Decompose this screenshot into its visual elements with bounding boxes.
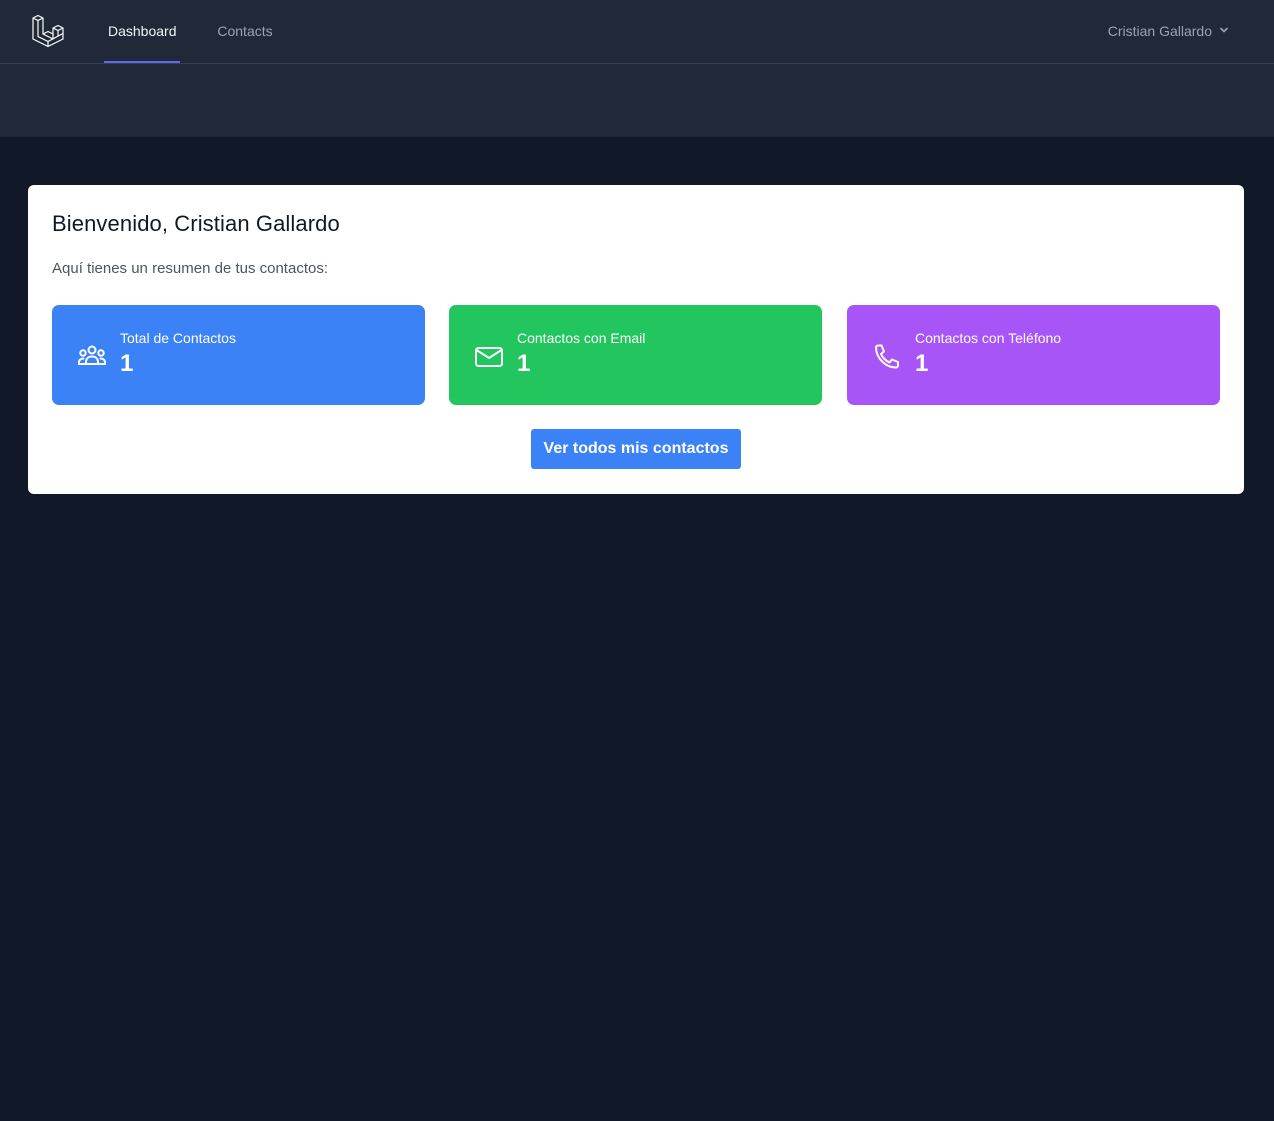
user-menu-dropdown[interactable]: Cristian Gallardo — [1108, 20, 1230, 42]
stat-card-total-contacts: Total de Contactos 1 — [52, 305, 425, 405]
stat-card-email-contacts: Contactos con Email 1 — [449, 305, 822, 405]
user-name: Cristian Gallardo — [1107, 23, 1212, 39]
dashboard-summary-card: Bienvenido, Cristian Gallardo Aquí tiene… — [28, 185, 1244, 494]
envelope-icon — [473, 341, 505, 373]
stat-value: 1 — [120, 350, 134, 377]
top-navigation: Dashboard Contacts Cristian Gallardo — [0, 0, 1274, 64]
view-all-contacts-button[interactable]: Ver todos mis contactos — [531, 429, 741, 469]
welcome-title: Bienvenido, Cristian Gallardo — [52, 211, 340, 236]
nav-contacts-link[interactable]: Contacts — [212, 0, 278, 63]
stat-label: Contactos con Teléfono — [915, 330, 1062, 346]
stat-label: Total de Contactos — [120, 330, 236, 346]
stat-value: 1 — [915, 350, 929, 377]
welcome-subtitle: Aquí tienes un resumen de tus contactos: — [52, 260, 328, 277]
stat-value: 1 — [517, 350, 531, 377]
users-icon — [76, 341, 108, 373]
stat-card-phone-contacts: Contactos con Teléfono 1 — [847, 305, 1220, 405]
stat-label: Contactos con Email — [517, 330, 646, 346]
phone-icon — [871, 341, 903, 373]
page-header — [0, 64, 1274, 137]
laravel-logo-icon[interactable] — [31, 14, 65, 48]
nav-dashboard-link[interactable]: Dashboard — [104, 0, 180, 63]
chevron-down-icon — [1218, 23, 1230, 39]
